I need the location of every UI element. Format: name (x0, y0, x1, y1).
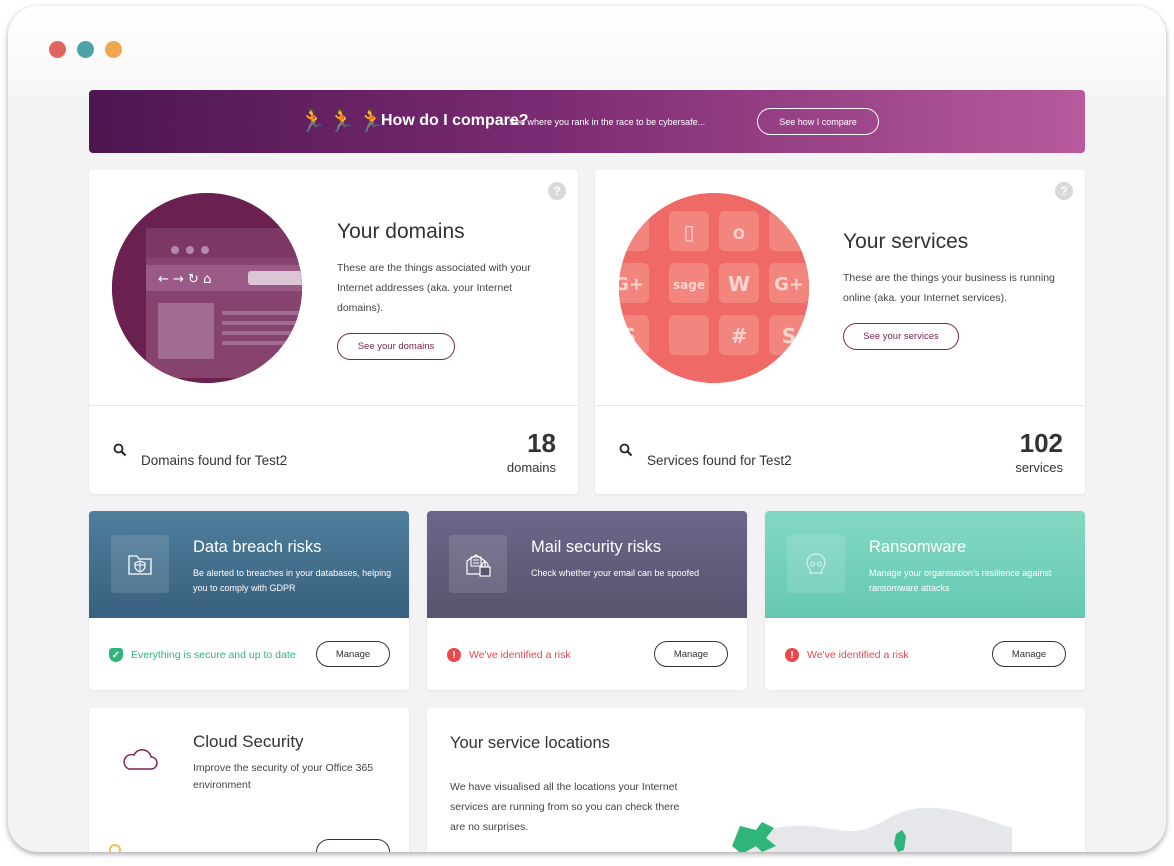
svg-text:W: W (728, 272, 750, 296)
ransomware-status: ! We've identified a risk (785, 648, 909, 662)
services-card: ? G+ sage W G+ ▯ O S # S Your services T… (595, 170, 1085, 494)
svg-text:← → ↻ ⌂: ← → ↻ ⌂ (158, 272, 211, 287)
data-breach-manage-button[interactable]: Manage (316, 641, 390, 667)
search-icon (619, 443, 633, 457)
domains-title: Your domains (337, 220, 465, 243)
svg-text:sage: sage (673, 278, 705, 292)
ransomware-card: Ransomware Manage your organisation's re… (765, 511, 1085, 690)
help-icon[interactable]: ? (1055, 182, 1073, 200)
compare-banner: 🏃🏃🏃 How do I compare? See where you rank… (89, 90, 1085, 153)
services-unit: services (1015, 460, 1063, 475)
svg-text:O: O (733, 227, 745, 243)
svg-text:G+: G+ (774, 274, 804, 295)
help-icon[interactable]: ? (548, 182, 566, 200)
cloud-icon (123, 749, 158, 770)
ransomware-description: Manage your organisation's resilience ag… (869, 568, 1052, 593)
shield-check-icon: ✓ (109, 648, 123, 662)
cloud-security-title: Cloud Security (193, 732, 304, 751)
services-illustration: G+ sage W G+ ▯ O S # S (619, 193, 809, 383)
domains-description: These are the things associated with you… (337, 262, 531, 314)
svg-text:▯: ▯ (683, 220, 694, 244)
data-breach-header: Data breach risks Be alerted to breaches… (89, 511, 409, 618)
svg-text:G+: G+ (619, 274, 644, 295)
cloud-security-card: Cloud Security Improve the security of y… (89, 708, 409, 852)
services-found-label: Services found for Test2 (647, 453, 792, 468)
banner-subtext: See where you rank in the race to be cyb… (509, 117, 706, 127)
skull-icon (787, 535, 845, 593)
title-bar (8, 6, 1166, 96)
search-icon (113, 443, 127, 457)
data-breach-description: Be alerted to breaches in your databases… (193, 568, 392, 593)
data-breach-status-text: Everything is secure and up to date (131, 649, 296, 661)
cloud-security-description: Improve the security of your Office 365 … (193, 762, 374, 791)
alert-icon: ! (447, 648, 461, 662)
svg-text:S: S (622, 324, 636, 348)
mail-security-status-text: We've identified a risk (469, 649, 571, 661)
services-description: These are the things your business is ru… (843, 272, 1055, 304)
cloud-manage-button[interactable] (316, 839, 390, 852)
services-title: Your services (843, 230, 969, 253)
runners-icon: 🏃🏃🏃 (299, 108, 388, 133)
folder-shield-icon (111, 535, 169, 593)
mail-security-header: Mail security risks Check whether your e… (427, 511, 747, 618)
data-breach-title: Data breach risks (193, 538, 322, 556)
see-your-services-button[interactable]: See your services (843, 323, 959, 350)
divider (595, 405, 1085, 406)
service-locations-description: We have visualised all the locations you… (450, 781, 680, 833)
divider (89, 405, 578, 406)
service-locations-card: Your service locations We have visualise… (427, 708, 1085, 852)
data-breach-card: Data breach risks Be alerted to breaches… (89, 511, 409, 690)
app-window: 🏃🏃🏃 How do I compare? See where you rank… (8, 6, 1166, 852)
domains-unit: domains (506, 460, 556, 475)
mail-security-status: ! We've identified a risk (447, 648, 571, 662)
domains-found-label: Domains found for Test2 (141, 453, 288, 468)
service-locations-title: Your service locations (450, 734, 610, 752)
see-your-domains-button[interactable]: See your domains (337, 333, 455, 360)
svg-text:S: S (782, 324, 796, 348)
see-how-i-compare-button[interactable]: See how I compare (757, 108, 879, 135)
mail-security-title: Mail security risks (531, 538, 662, 556)
minimize-window-button[interactable] (77, 41, 94, 58)
banner-headline: How do I compare? (381, 112, 529, 129)
mail-security-description: Check whether your email can be spoofed (531, 568, 700, 578)
domains-card: ? ← → ↻ ⌂ Your domains These are the thi… (89, 170, 578, 494)
cloud-status-icon (109, 844, 121, 852)
mail-security-manage-button[interactable]: Manage (654, 641, 728, 667)
domains-illustration: ← → ↻ ⌂ (112, 193, 302, 383)
mail-security-card: Mail security risks Check whether your e… (427, 511, 747, 690)
svg-text:#: # (731, 324, 748, 348)
data-breach-status: ✓ Everything is secure and up to date (109, 648, 296, 662)
ransomware-header: Ransomware Manage your organisation's re… (765, 511, 1085, 618)
close-window-button[interactable] (49, 41, 66, 58)
world-map (732, 807, 1012, 852)
ransomware-manage-button[interactable]: Manage (992, 641, 1066, 667)
ransomware-status-text: We've identified a risk (807, 649, 909, 661)
ransomware-title: Ransomware (869, 538, 967, 556)
services-count: 102 (1019, 428, 1063, 458)
domains-count: 18 (527, 428, 556, 458)
zoom-window-button[interactable] (105, 41, 122, 58)
alert-icon: ! (785, 648, 799, 662)
mail-lock-icon (449, 535, 507, 593)
